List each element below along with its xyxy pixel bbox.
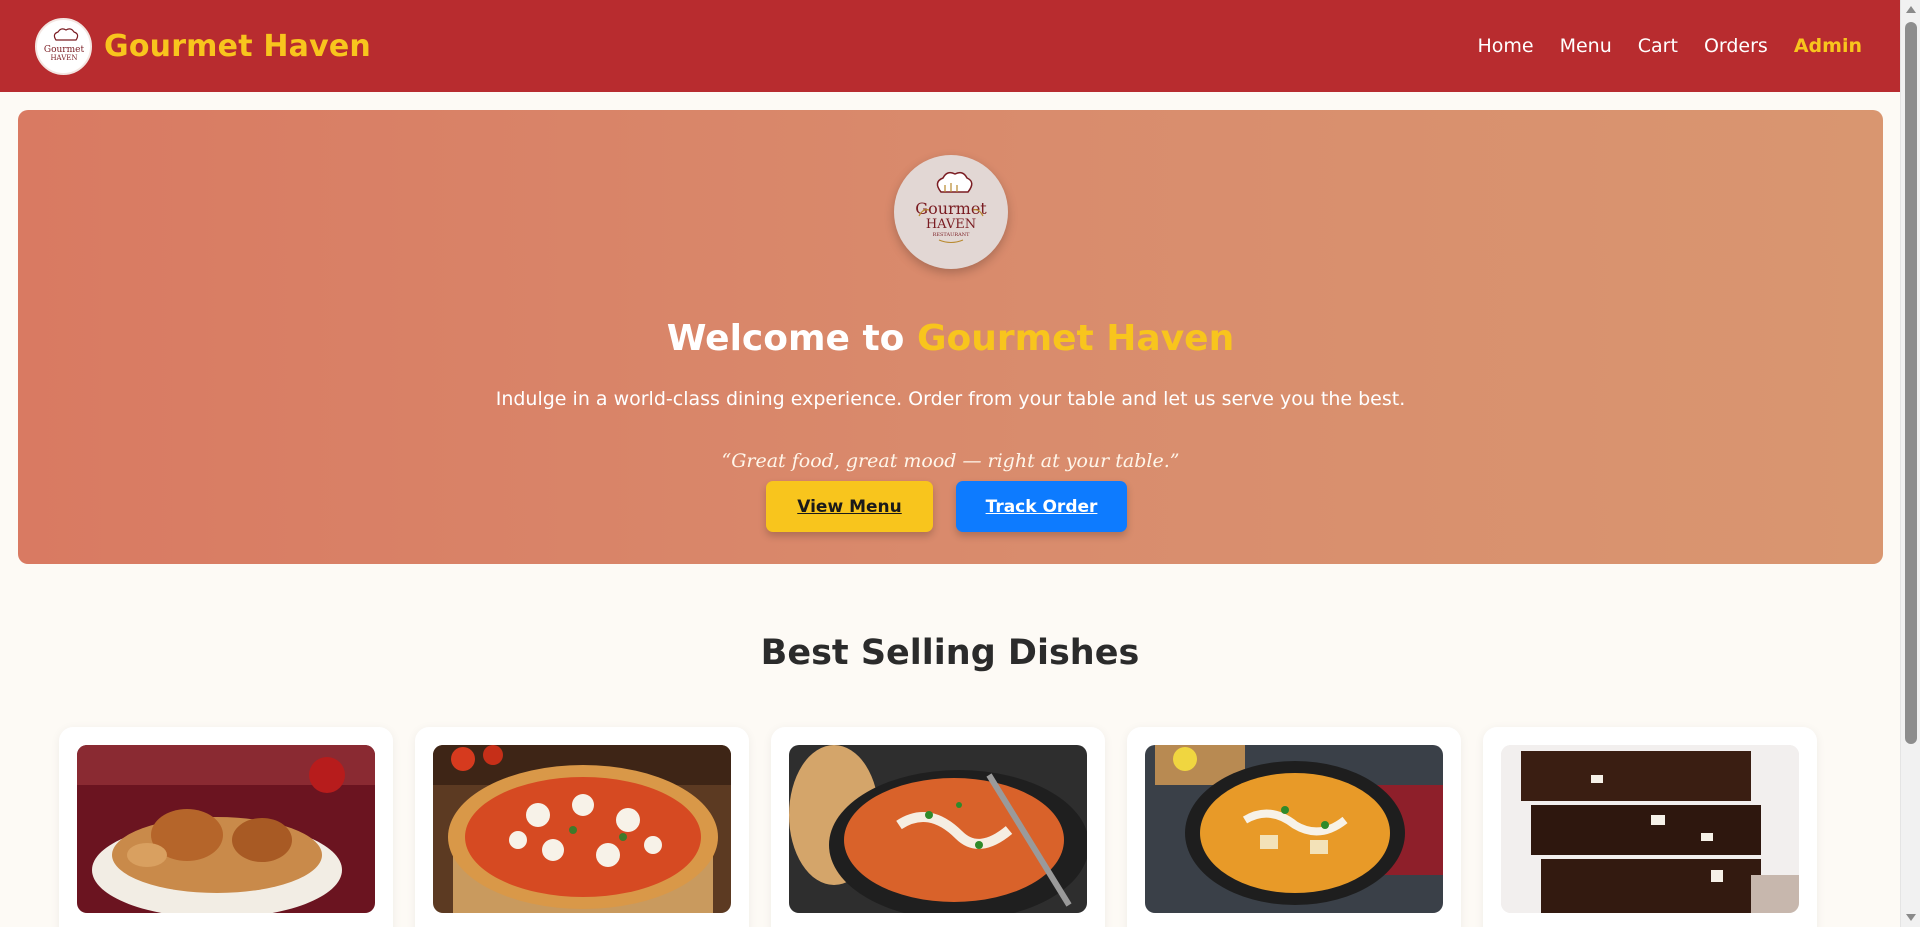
restaurant-logo-icon: Gourmet HAVEN RESTAURANT — [894, 155, 1008, 269]
brand-name: Gourmet Haven — [104, 28, 371, 64]
svg-text:HAVEN: HAVEN — [50, 54, 77, 62]
nav-cart-link[interactable]: Cart — [1638, 35, 1678, 57]
butter-chicken-naan-photo-icon — [789, 745, 1087, 913]
chocolate-brownie-photo-icon — [1501, 745, 1799, 913]
svg-text:HAVEN: HAVEN — [926, 217, 976, 232]
brand[interactable]: Gourmet HAVEN Gourmet Haven — [35, 17, 371, 75]
hero-quote: “Great food, great mood — right at your … — [721, 450, 1180, 472]
scroll-up-arrow-icon[interactable] — [1906, 6, 1916, 13]
dish-card[interactable] — [1483, 727, 1817, 927]
nav-orders-link[interactable]: Orders — [1704, 35, 1768, 57]
hero-actions: View Menu Track Order — [18, 481, 1883, 532]
dish-card[interactable] — [59, 727, 393, 927]
track-order-button[interactable]: Track Order — [956, 481, 1127, 532]
margherita-pizza-photo-icon — [433, 745, 731, 913]
vertical-scrollbar[interactable] — [1900, 0, 1920, 927]
hero-title-accent: Gourmet Haven — [916, 318, 1235, 359]
svg-text:Gourmet: Gourmet — [915, 199, 987, 218]
hero-banner: Gourmet HAVEN RESTAURANT Welcome to Gour… — [18, 110, 1883, 564]
svg-text:RESTAURANT: RESTAURANT — [933, 232, 970, 238]
chef-hat-logo-icon: Gourmet HAVEN — [35, 17, 92, 75]
paneer-curry-photo-icon — [1145, 745, 1443, 913]
hero-title: Welcome to Gourmet Haven — [18, 318, 1883, 359]
view-menu-button[interactable]: View Menu — [766, 481, 933, 532]
nav-menu-link[interactable]: Menu — [1560, 35, 1612, 57]
chicken-biryani-photo-icon — [77, 745, 375, 913]
top-navbar: Gourmet HAVEN Gourmet Haven Home Menu Ca… — [0, 0, 1900, 92]
dish-card[interactable] — [771, 727, 1105, 927]
best-sellers-title: Best Selling Dishes — [760, 633, 1140, 673]
nav-home-link[interactable]: Home — [1477, 35, 1533, 57]
nav-admin-link[interactable]: Admin — [1794, 35, 1862, 57]
dish-card[interactable] — [1127, 727, 1461, 927]
main-nav: Home Menu Cart Orders Admin — [1477, 35, 1862, 57]
scroll-thumb[interactable] — [1905, 22, 1917, 744]
dish-card[interactable] — [415, 727, 749, 927]
hero-title-prefix: Welcome to — [666, 318, 905, 359]
hero-subtitle: Indulge in a world-class dining experien… — [495, 388, 1406, 410]
scroll-down-arrow-icon[interactable] — [1906, 914, 1916, 921]
